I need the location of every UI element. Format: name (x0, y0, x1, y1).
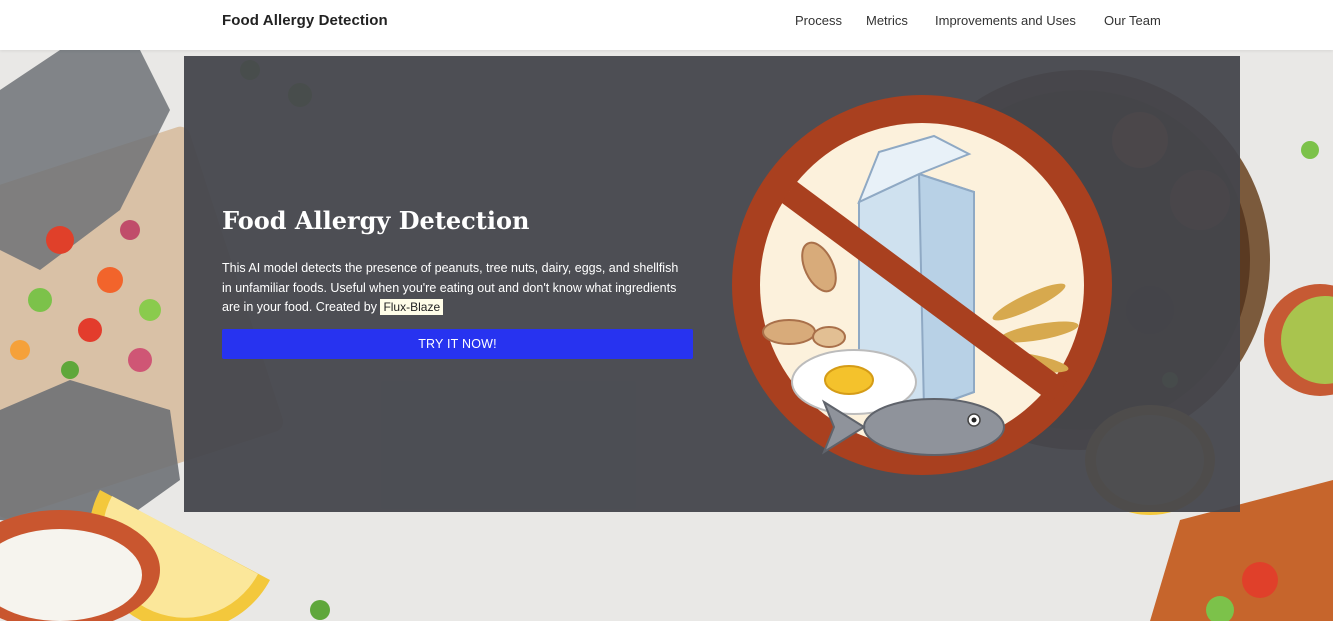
navbar: Food Allergy Detection Process Metrics I… (0, 0, 1333, 50)
brand-link[interactable]: Food Allergy Detection (222, 12, 388, 29)
hero-description-text: This AI model detects the presence of pe… (222, 261, 679, 314)
hero-panel: Food Allergy Detection This AI model det… (184, 56, 1240, 512)
nav-link-improvements[interactable]: Improvements and Uses (935, 13, 1076, 28)
no-allergens-icon (732, 95, 1112, 475)
hero-title: Food Allergy Detection (222, 206, 530, 235)
hero-description: This AI model detects the presence of pe… (222, 259, 682, 318)
author-link[interactable]: Flux-Blaze (380, 299, 444, 315)
nav-link-process[interactable]: Process (795, 13, 842, 28)
try-it-now-button[interactable]: TRY IT NOW! (222, 329, 693, 359)
nav-link-team[interactable]: Our Team (1104, 13, 1161, 28)
nav-link-metrics[interactable]: Metrics (866, 13, 908, 28)
